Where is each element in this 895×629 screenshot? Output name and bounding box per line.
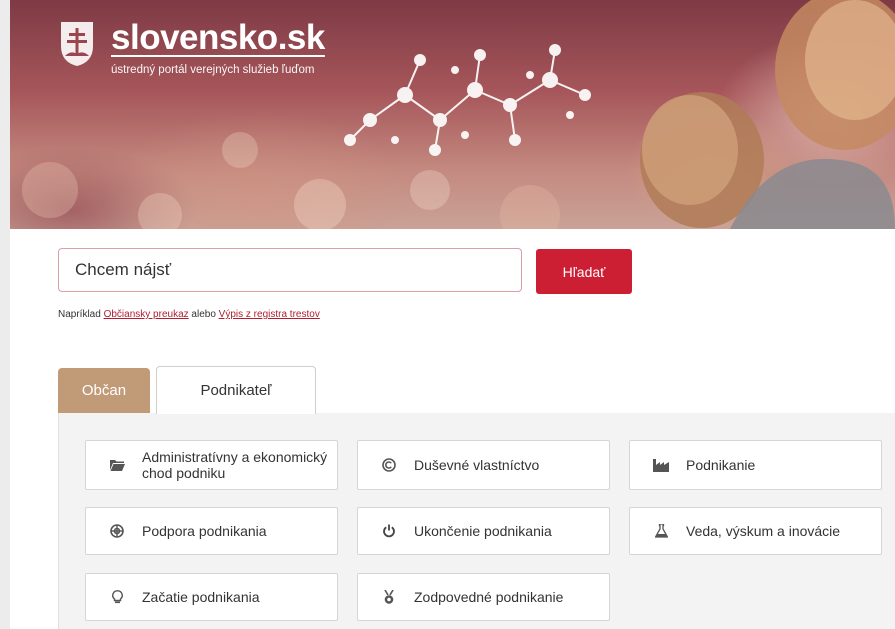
copyright-icon <box>378 458 400 472</box>
factory-icon <box>650 458 672 472</box>
search-hint: Napríklad Občiansky preukaz alebo Výpis … <box>58 309 320 320</box>
category-veda-vyskum[interactable]: Veda, výskum a inovácie <box>629 507 882 555</box>
medal-icon <box>378 589 400 605</box>
hint-link-obciansky-preukaz[interactable]: Občiansky preukaz <box>104 309 189 320</box>
category-label: Zodpovedné podnikanie <box>414 589 564 605</box>
header-banner: slovensko.sk ústredný portál verejných s… <box>10 0 895 229</box>
category-ukoncenie-podnikania[interactable]: Ukončenie podnikania <box>357 507 610 555</box>
category-label: Duševné vlastníctvo <box>414 457 540 473</box>
site-logo[interactable]: slovensko.sk ústredný portál verejných s… <box>59 20 325 76</box>
category-label: Začatie podnikania <box>142 589 260 605</box>
category-label: Ukončenie podnikania <box>414 523 552 539</box>
category-podnikanie[interactable]: Podnikanie <box>629 440 882 490</box>
hint-link-vypis-z-registra[interactable]: Výpis z registra trestov <box>219 309 320 320</box>
hint-middle: alebo <box>191 309 216 320</box>
flask-icon <box>650 524 672 538</box>
tab-podnikatel[interactable]: Podnikateľ <box>156 366 316 414</box>
tab-obcan[interactable]: Občan <box>58 368 150 413</box>
category-zodpovedne-podnikanie[interactable]: Zodpovedné podnikanie <box>357 573 610 621</box>
hint-prefix: Napríklad <box>58 309 101 320</box>
lightbulb-icon <box>106 590 128 604</box>
category-administrativny[interactable]: Administratívny a ekonomický chod podnik… <box>85 440 338 490</box>
category-podpora-podnikania[interactable]: Podpora podnikania <box>85 507 338 555</box>
coat-of-arms-icon <box>61 22 93 66</box>
page: slovensko.sk ústredný portál verejných s… <box>10 0 895 629</box>
category-label: Administratívny a ekonomický chod podnik… <box>142 449 328 481</box>
search-input[interactable] <box>58 248 522 292</box>
category-label: Podpora podnikania <box>142 523 267 539</box>
category-label: Podnikanie <box>686 457 756 473</box>
category-label: Veda, výskum a inovácie <box>686 523 841 539</box>
folder-icon <box>106 459 128 471</box>
search-button[interactable]: Hľadať <box>536 249 632 294</box>
category-dusevne-vlastnictvo[interactable]: Duševné vlastníctvo <box>357 440 610 490</box>
site-title: slovensko.sk <box>111 18 325 57</box>
lifebuoy-icon <box>106 524 128 538</box>
category-zacatie-podnikania[interactable]: Začatie podnikania <box>85 573 338 621</box>
power-icon <box>378 524 400 538</box>
site-subtitle: ústredný portál verejných služieb ľuďom <box>111 64 315 76</box>
